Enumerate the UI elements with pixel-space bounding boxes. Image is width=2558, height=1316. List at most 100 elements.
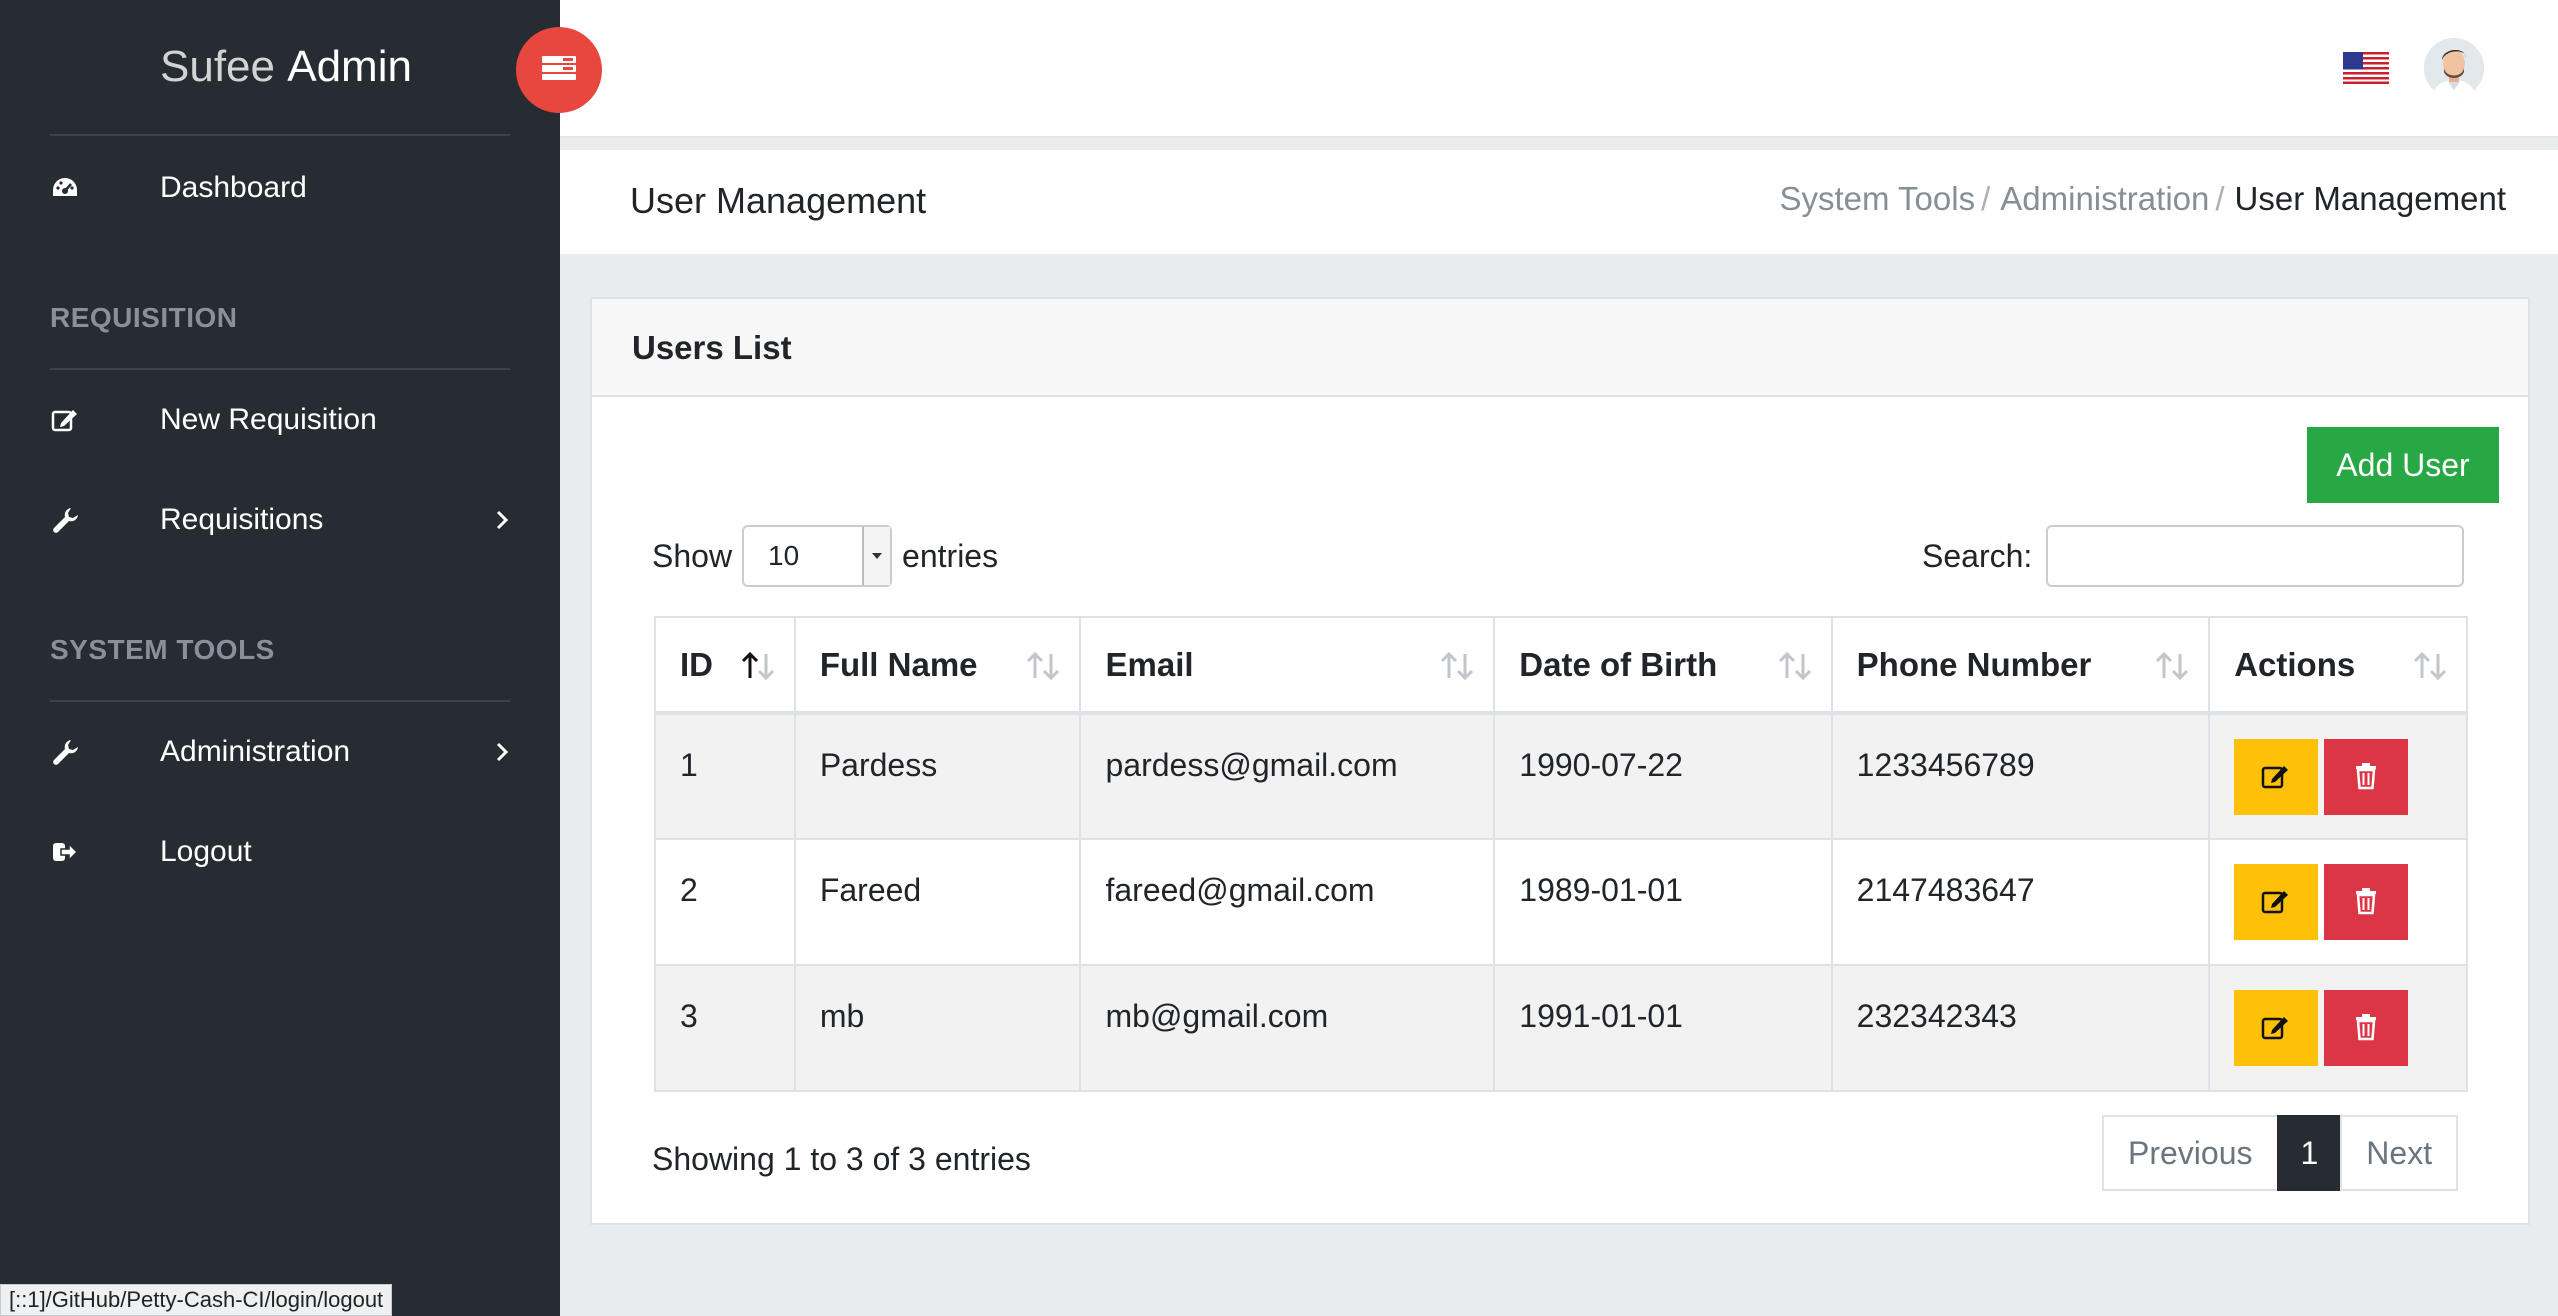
cell-date-of-birth: 1991-01-01: [1493, 964, 1833, 1092]
breadcrumb-user-management: User Management: [2234, 180, 2506, 217]
top-header: [560, 0, 2558, 138]
cell-id: 3: [654, 964, 796, 1092]
edit-icon: [50, 405, 80, 435]
wrench-icon: [50, 505, 80, 535]
cell-id: 2: [654, 838, 796, 966]
delete-user-button[interactable]: [2324, 990, 2409, 1066]
sidebar-divider: [50, 368, 510, 370]
cell-id: 1: [654, 712, 796, 840]
cell-full-name: mb: [793, 964, 1082, 1092]
card-header: Users List: [592, 299, 2528, 397]
column-header-email[interactable]: Email: [1079, 616, 1496, 715]
page-length-value: 10: [768, 540, 800, 571]
trash-icon: [2354, 887, 2378, 918]
breadcrumb: System Tools / Administration / User Man…: [1779, 180, 2506, 218]
search-label: Search:: [1922, 537, 2033, 574]
page-title: User Management: [630, 180, 927, 221]
cell-actions: [2208, 838, 2468, 966]
sidebar-item-label: Administration: [160, 735, 351, 768]
sidebar-item-label: Dashboard: [160, 171, 307, 204]
sidebar-item-label: Requisitions: [160, 503, 324, 536]
edit-user-button[interactable]: [2234, 864, 2319, 940]
pagination-previous-button[interactable]: Previous: [2102, 1115, 2279, 1191]
sidebar-item-requisitions[interactable]: Requisitions: [0, 480, 560, 560]
cell-email: fareed@gmail.com: [1079, 838, 1496, 966]
breadcrumb-separator: /: [1981, 180, 1991, 217]
page-title-bar: User Management System Tools / Administr…: [560, 150, 2558, 254]
caret-down-icon: [862, 527, 891, 585]
delete-user-button[interactable]: [2324, 739, 2409, 815]
cell-email: mb@gmail.com: [1079, 964, 1496, 1092]
sort-icon: [2410, 648, 2450, 684]
table-header-row: ID Full Name Email Date of Birth Phone N…: [654, 616, 2468, 715]
card-title: Users List: [632, 329, 792, 366]
edit-icon: [2261, 1013, 2291, 1044]
table-row: 2 Fareed fareed@gmail.com 1989-01-01 214…: [654, 838, 2468, 966]
section-title-system-tools: SYSTEM TOOLS: [50, 634, 275, 665]
edit-user-button[interactable]: [2234, 739, 2319, 815]
cell-email: pardess@gmail.com: [1079, 712, 1496, 840]
sort-icon: [1775, 648, 1815, 684]
breadcrumb-separator: /: [2215, 180, 2225, 217]
menu-toggle-button[interactable]: [516, 27, 602, 113]
cell-date-of-birth: 1989-01-01: [1493, 838, 1833, 966]
sidebar-item-dashboard[interactable]: Dashboard: [0, 148, 560, 228]
menu-icon: [541, 55, 577, 86]
sidebar-item-label: New Requisition: [160, 403, 377, 436]
column-header-date-of-birth[interactable]: Date of Birth: [1493, 616, 1833, 715]
entries-label: entries: [902, 537, 999, 574]
delete-user-button[interactable]: [2324, 864, 2409, 940]
breadcrumb-system-tools[interactable]: System Tools: [1779, 180, 1975, 218]
edit-icon: [2261, 762, 2291, 793]
section-title-requisition: REQUISITION: [50, 302, 238, 333]
page-length-control: Show 10 entries: [652, 525, 998, 587]
pagination-page-1[interactable]: 1: [2276, 1115, 2343, 1191]
add-user-button[interactable]: Add User: [2307, 427, 2499, 503]
cell-date-of-birth: 1990-07-22: [1493, 712, 1833, 840]
wrench-icon: [50, 737, 80, 767]
sidebar-item-new-requisition[interactable]: New Requisition: [0, 380, 560, 460]
cell-full-name: Pardess: [793, 712, 1082, 840]
sort-icon: [2152, 648, 2192, 684]
sign-out-icon: [50, 837, 80, 867]
column-header-full-name[interactable]: Full Name: [793, 616, 1082, 715]
breadcrumb-administration[interactable]: Administration: [2000, 180, 2209, 218]
edit-user-button[interactable]: [2234, 990, 2319, 1066]
sidebar-item-administration[interactable]: Administration: [0, 712, 560, 792]
column-header-phone-number[interactable]: Phone Number: [1830, 616, 2211, 715]
pagination: Previous 1 Next: [2102, 1115, 2459, 1191]
sidebar-divider: [50, 700, 510, 702]
table-row: 1 Pardess pardess@gmail.com 1990-07-22 1…: [654, 712, 2468, 840]
edit-icon: [2261, 887, 2291, 918]
sort-ascending-icon: [738, 648, 778, 684]
brand-light: Sufee: [160, 42, 275, 91]
search-input[interactable]: [2046, 525, 2465, 587]
us-flag-icon[interactable]: [2343, 52, 2389, 84]
brand-logo[interactable]: Sufee Admin: [160, 42, 412, 92]
pagination-next-button[interactable]: Next: [2340, 1115, 2459, 1191]
search-control: Search:: [1922, 525, 2465, 587]
table-row: 3 mb mb@gmail.com 1991-01-01 232342343: [654, 964, 2468, 1092]
cell-actions: [2208, 964, 2468, 1092]
column-header-id[interactable]: ID: [654, 616, 796, 715]
sidebar-item-label: Logout: [160, 835, 252, 868]
chevron-right-icon: [492, 505, 512, 535]
table-info: Showing 1 to 3 of 3 entries: [652, 1141, 1031, 1177]
show-label: Show: [652, 537, 733, 574]
brand-bold: Admin: [287, 42, 412, 91]
status-bar-url: [::1]/GitHub/Petty-Cash-CI/login/logout: [0, 1284, 393, 1316]
column-header-actions[interactable]: Actions: [2208, 616, 2468, 715]
sidebar-item-logout[interactable]: Logout: [0, 812, 560, 892]
sort-icon: [1023, 648, 1063, 684]
chevron-right-icon: [492, 737, 512, 767]
cell-phone-number: 1233456789: [1830, 712, 2211, 840]
page-length-select[interactable]: 10: [742, 525, 893, 587]
users-card: Users List Add User Show 10 entries Sear…: [590, 297, 2530, 1225]
sidebar-divider: [50, 134, 510, 136]
cell-actions: [2208, 712, 2468, 840]
cell-phone-number: 2147483647: [1830, 838, 2211, 966]
user-avatar[interactable]: [2424, 38, 2484, 98]
cell-full-name: Fareed: [793, 838, 1082, 966]
users-table: ID Full Name Email Date of Birth Phone N…: [654, 616, 2468, 1092]
dashboard-icon: [50, 173, 80, 203]
